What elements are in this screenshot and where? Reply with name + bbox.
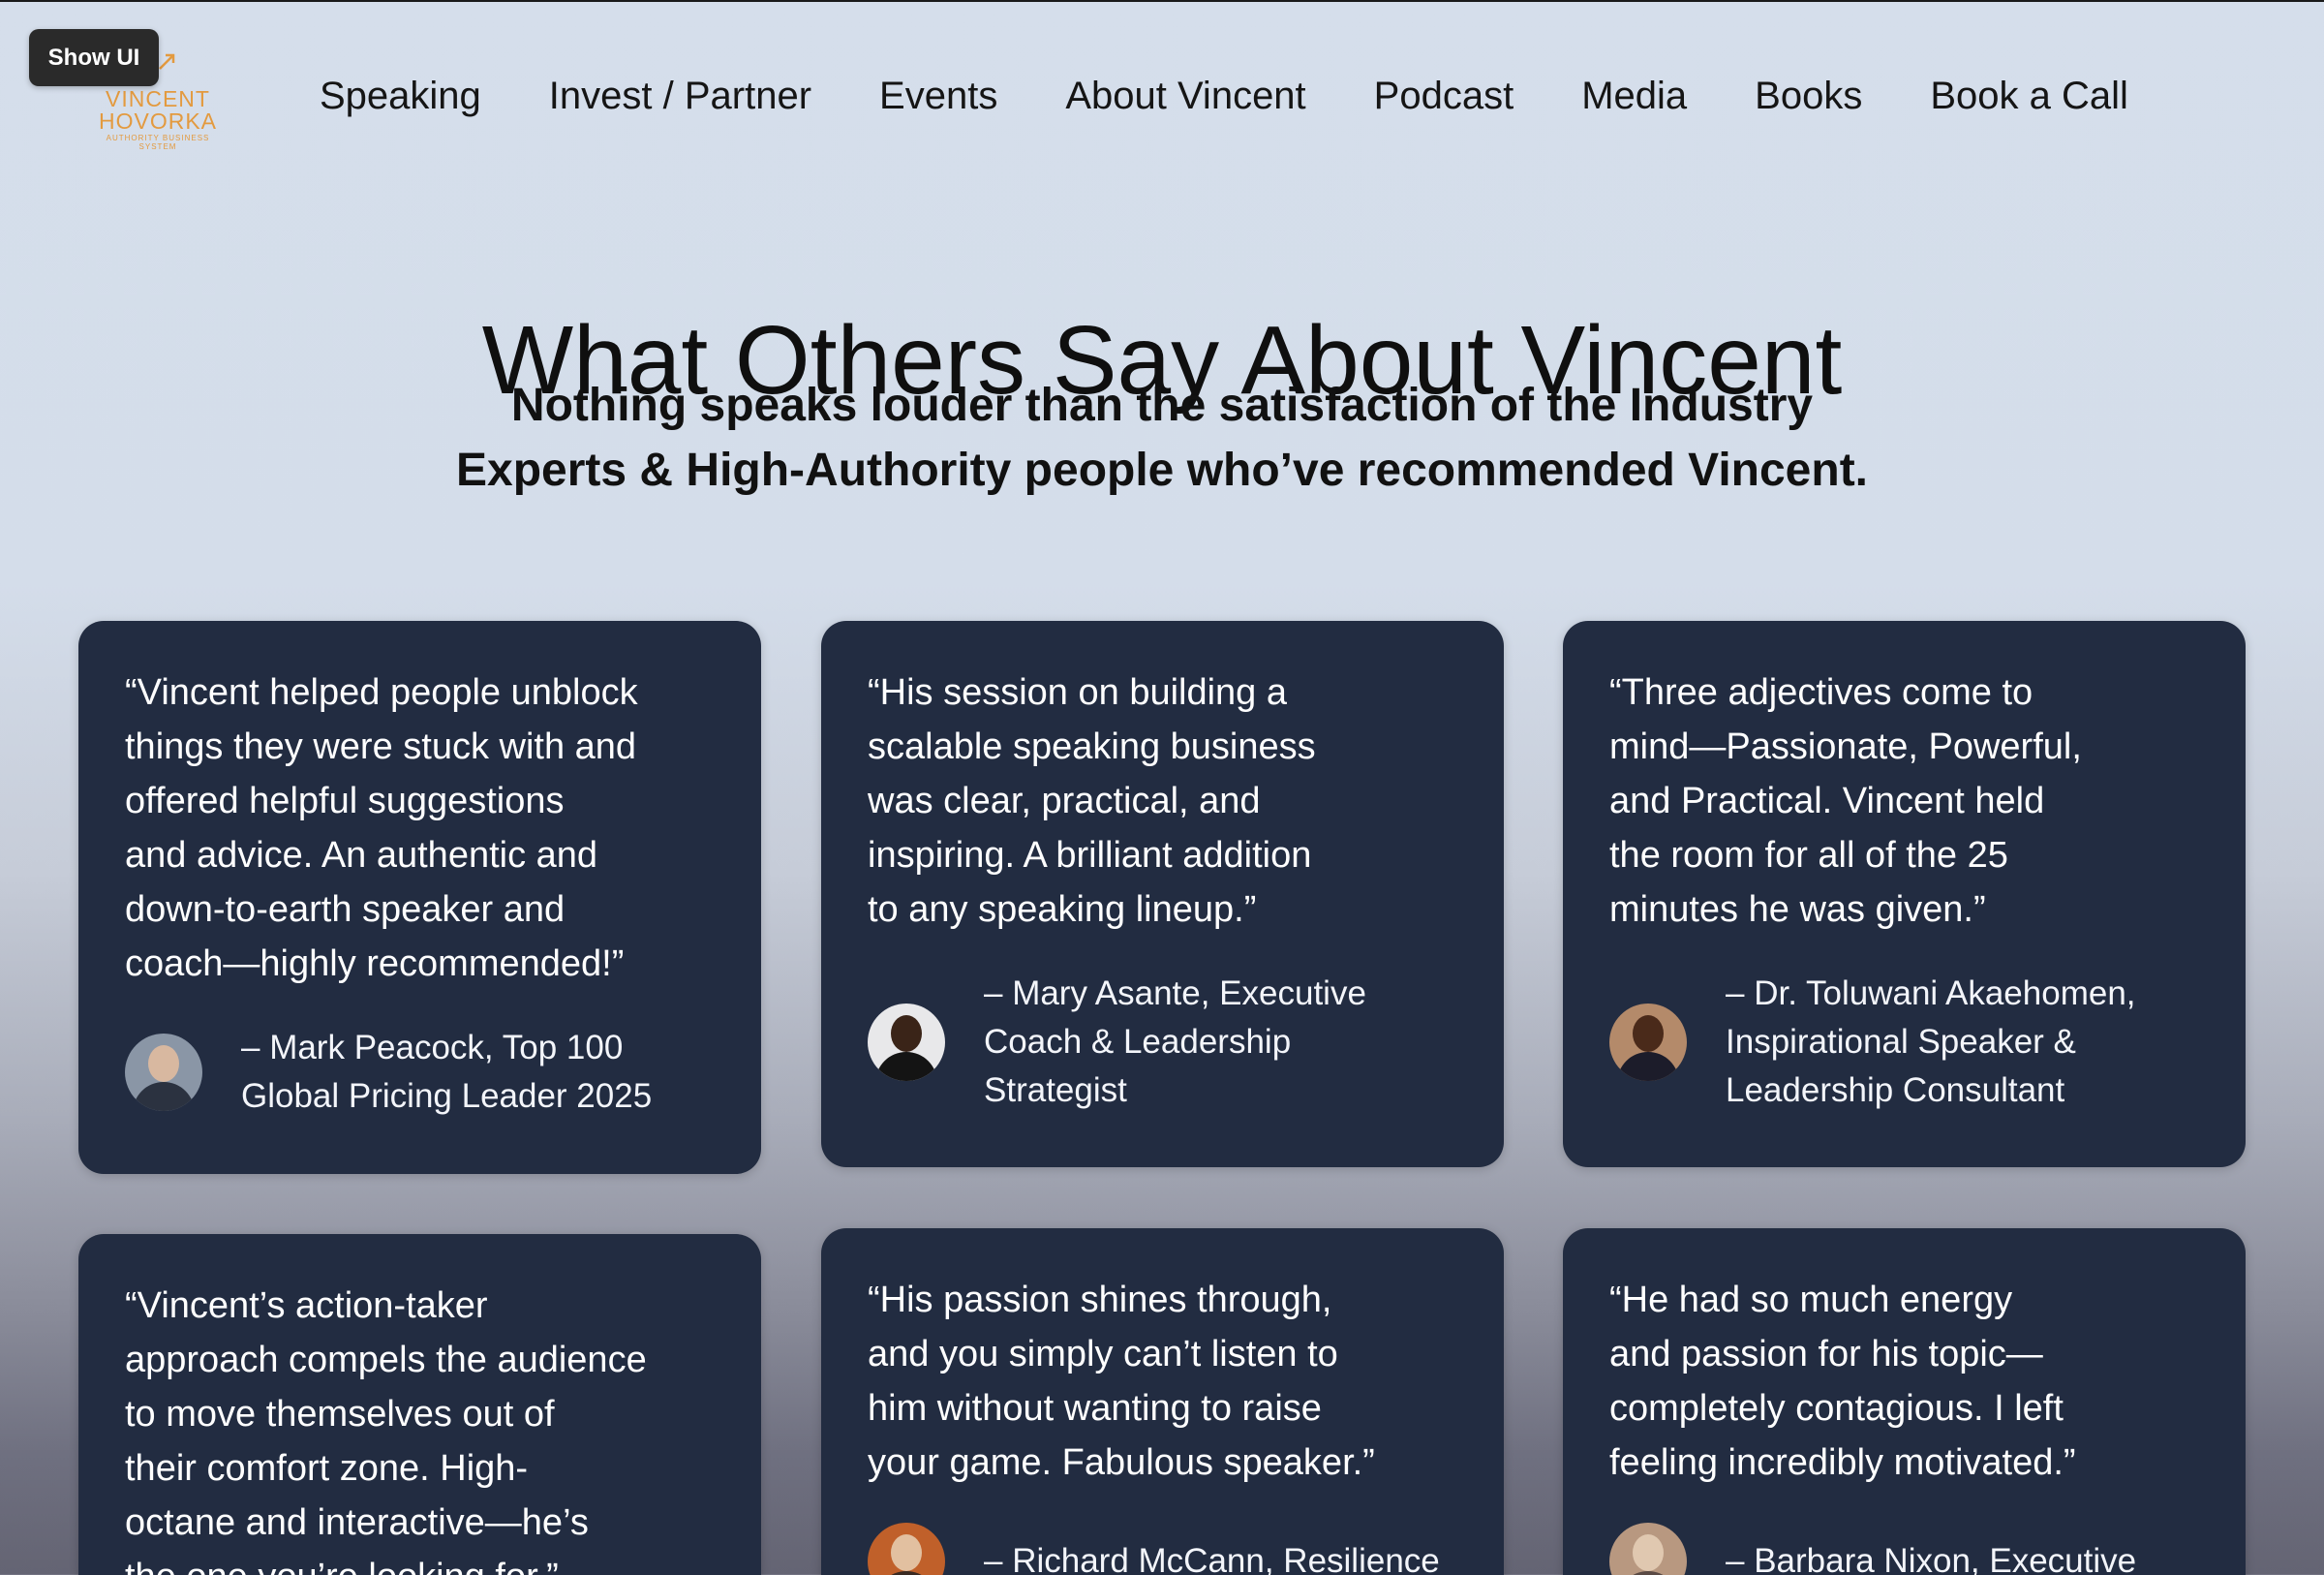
avatar-mary-asante [868,1004,945,1081]
avatar-barbara-nixon [1609,1523,1687,1575]
testimonial-quote: “His passion shines through, and you sim… [868,1280,1375,1483]
nav-podcast[interactable]: Podcast [1374,75,1514,118]
testimonial-quote: “His session on building a scalable spea… [868,672,1316,930]
testimonial-card: “His passion shines through, and you sim… [821,1228,1504,1575]
nav-media[interactable]: Media [1581,75,1687,118]
top-border [0,0,2324,2]
testimonial-quote: “Vincent’s action-taker approach compels… [125,1285,647,1575]
testimonial-card: “His session on building a scalable spea… [821,621,1504,1167]
testimonial-quote: “Vincent helped people unblock things th… [125,672,638,984]
logo-arrow-icon [159,53,175,70]
testimonial-author-name: – Mary Asante, Executive Coach & Leaders… [984,974,1366,1109]
testimonial-quote: “He had so much energy and passion for h… [1609,1280,2076,1483]
testimonial-author-name: – Barbara Nixon, Executive [1726,1542,2137,1575]
nav-books[interactable]: Books [1755,75,1862,118]
testimonial-card: “Vincent helped people unblock things th… [78,621,761,1174]
testimonial-card: “Vincent’s action-taker approach compels… [78,1234,761,1575]
testimonial-author: – Dr. Toluwani Akaehomen, Inspirational … [1609,970,2199,1115]
avatar-toluwani-akaehomen [1609,1004,1687,1081]
testimonial-author-name: – Richard McCann, Resilience [984,1542,1440,1575]
nav-speaking[interactable]: Speaking [320,75,481,118]
logo-tagline: AUTHORITY BUSINESS SYSTEM [106,134,210,151]
avatar-richard-mccann [868,1523,945,1575]
testimonial-author-name: – Mark Peacock, Top 100 Global Pricing L… [241,1029,653,1115]
nav-invest-partner[interactable]: Invest / Partner [549,75,811,118]
nav-book-a-call[interactable]: Book a Call [1930,75,2128,118]
testimonial-author: – Richard McCann, Resilience [868,1523,1457,1575]
avatar-mark-peacock [125,1034,202,1111]
testimonial-card: “Three adjectives come to mind—Passionat… [1563,621,2246,1167]
testimonial-author: – Mark Peacock, Top 100 Global Pricing L… [125,1024,715,1121]
testimonial-author: – Mary Asante, Executive Coach & Leaders… [868,970,1457,1115]
show-ui-button[interactable]: Show UI [29,29,159,86]
testimonial-quote: “Three adjectives come to mind—Passionat… [1609,672,2082,930]
page-subtitle: Nothing speaks louder than the satisfact… [455,380,1869,496]
nav-about-vincent[interactable]: About Vincent [1065,75,1305,118]
logo-line-2: HOVORKA [98,108,218,134]
testimonial-author: – Barbara Nixon, Executive [1609,1523,2199,1575]
testimonial-author-name: – Dr. Toluwani Akaehomen, Inspirational … [1726,974,2136,1109]
nav-events[interactable]: Events [879,75,997,118]
main-navigation: Speaking Invest / Partner Events About V… [320,72,2128,120]
logo-line-1: VINCENT [106,86,210,111]
testimonial-card: “He had so much energy and passion for h… [1563,1228,2246,1575]
